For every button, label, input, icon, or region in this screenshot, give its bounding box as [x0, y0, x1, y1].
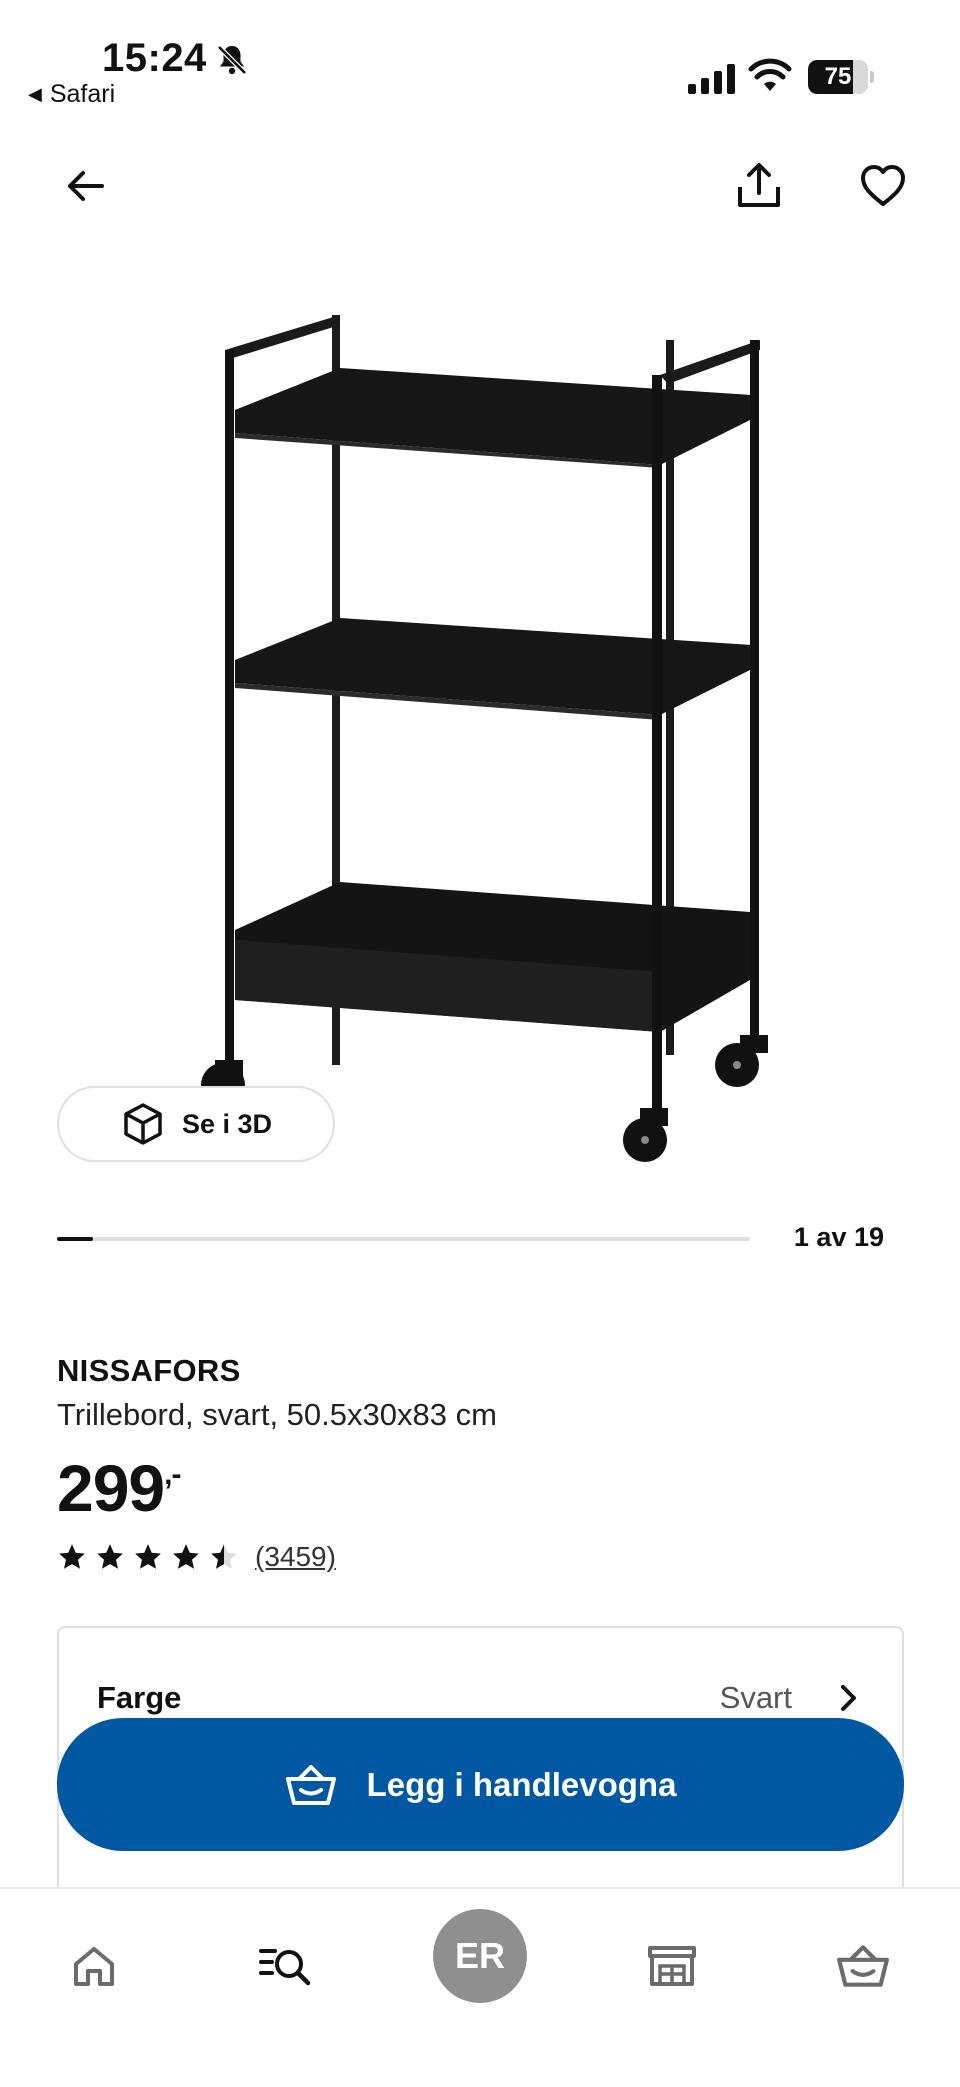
wheel — [623, 1108, 668, 1162]
search-list-icon — [259, 1949, 311, 1986]
add-to-cart-label: Legg i handlevogna — [366, 1765, 677, 1803]
rating[interactable]: (3459) — [57, 1541, 336, 1573]
tab-profile-avatar[interactable]: ER — [433, 1909, 527, 2003]
battery-percent: 75 — [824, 63, 852, 90]
star-half-icon — [211, 1544, 237, 1569]
product-name: NISSAFORS — [57, 1353, 241, 1388]
cellular-signal-icon — [688, 64, 735, 94]
color-value: Svart — [719, 1680, 792, 1715]
status-time: 15:24 — [102, 36, 207, 80]
status-bar: 15:24 ◀ Safari 75 — [0, 0, 960, 120]
gallery-progress-track — [57, 1237, 750, 1241]
cube-icon — [124, 1103, 162, 1145]
bell-muted-icon — [217, 45, 247, 75]
rating-stars — [57, 1542, 239, 1572]
battery-indicator: 75 — [808, 60, 874, 94]
price-suffix: ,- — [164, 1458, 181, 1491]
chevron-right-icon — [841, 1685, 856, 1711]
add-to-cart-button[interactable]: Legg i handlevogna — [57, 1718, 904, 1851]
tab-home[interactable] — [49, 1921, 139, 2011]
store-icon — [648, 1946, 696, 1986]
price-value: 299 — [57, 1451, 165, 1525]
star-full-icon — [173, 1544, 199, 1569]
home-icon — [74, 1947, 114, 1986]
share-button[interactable] — [723, 150, 795, 222]
view-3d-button[interactable]: Se i 3D — [57, 1086, 335, 1162]
product-price: 299 ,- — [57, 1450, 181, 1526]
color-label: Farge — [97, 1680, 182, 1715]
tab-search[interactable] — [241, 1921, 331, 2011]
product-description: Trillebord, svart, 50.5x30x83 cm — [57, 1397, 497, 1432]
wifi-icon — [748, 58, 792, 91]
star-full-icon — [135, 1544, 161, 1569]
cart-icon — [837, 1945, 889, 1987]
view-3d-label: Se i 3D — [181, 1108, 273, 1139]
rating-count-link[interactable]: (3459) — [255, 1541, 336, 1573]
share-icon — [738, 163, 780, 207]
product-image[interactable] — [190, 300, 780, 1170]
back-button[interactable] — [50, 150, 122, 222]
back-to-app[interactable]: ◀ Safari — [28, 80, 115, 109]
star-full-icon — [97, 1544, 123, 1569]
arrow-left-icon — [68, 171, 104, 201]
favorite-button[interactable] — [847, 150, 919, 222]
wheel — [715, 1035, 768, 1087]
star-full-icon — [59, 1544, 85, 1569]
bottom-tab-bar: ER — [0, 1887, 960, 2087]
basket-icon — [285, 1764, 336, 1805]
heart-icon — [861, 165, 905, 206]
gallery-counter: 1 av 19 — [793, 1222, 884, 1252]
tab-stores[interactable] — [627, 1921, 717, 2011]
tab-cart[interactable] — [818, 1921, 908, 2011]
gallery-progress-fill — [57, 1237, 94, 1241]
back-app-label: Safari — [49, 80, 116, 108]
back-triangle-icon: ◀ — [28, 84, 42, 104]
